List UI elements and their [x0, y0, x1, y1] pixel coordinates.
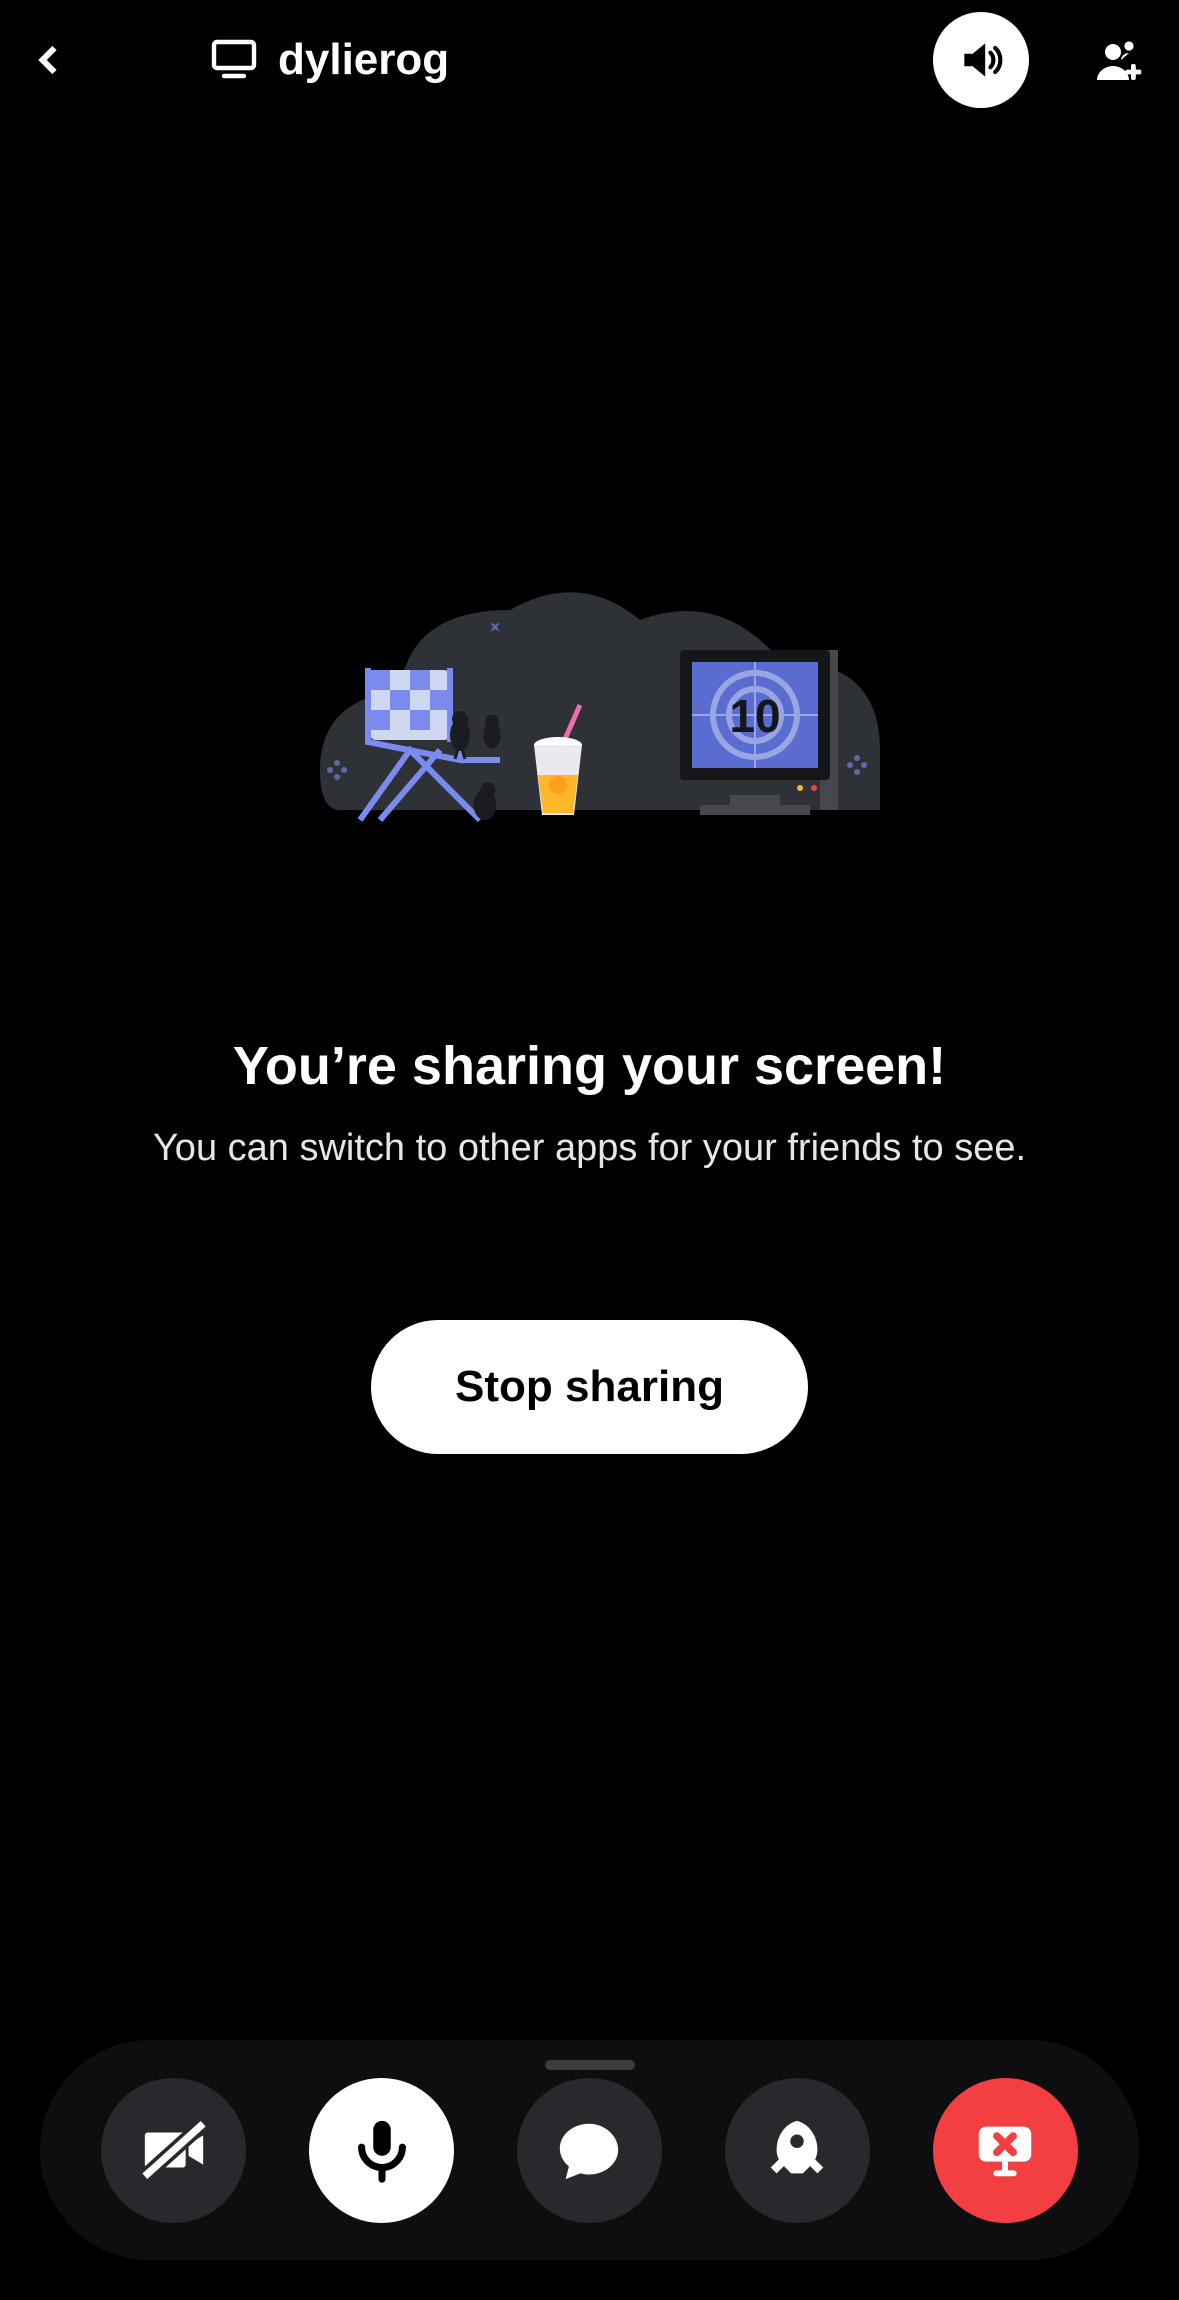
screenshare-illustration: 10: [280, 550, 900, 855]
screen-share-stop-icon: [970, 2115, 1040, 2185]
speaker-icon: [956, 35, 1006, 85]
chat-button[interactable]: [517, 2078, 662, 2223]
rocket-icon: [762, 2115, 832, 2185]
camera-off-icon: [139, 2115, 209, 2185]
chevron-left-icon: [32, 42, 68, 78]
drag-handle[interactable]: [545, 2060, 635, 2070]
microphone-icon: [347, 2115, 417, 2185]
chat-bubble-icon: [554, 2115, 624, 2185]
stop-sharing-button[interactable]: Stop sharing: [371, 1320, 808, 1454]
screen-share-icon: [210, 34, 258, 87]
activities-button[interactable]: [725, 2078, 870, 2223]
add-friend-button[interactable]: [1089, 30, 1149, 90]
call-action-bar[interactable]: [40, 2040, 1139, 2260]
audio-output-button[interactable]: [933, 12, 1029, 108]
headline-text: You’re sharing your screen!: [233, 1035, 946, 1097]
channel-name: dylierog: [278, 35, 449, 85]
person-add-icon: [1095, 36, 1143, 84]
mic-toggle-button[interactable]: [309, 2078, 454, 2223]
back-button[interactable]: [0, 10, 100, 110]
illustration-counter: 10: [729, 690, 780, 742]
stop-screenshare-button[interactable]: [933, 2078, 1078, 2223]
subline-text: You can switch to other apps for your fr…: [153, 1127, 1026, 1170]
channel-title[interactable]: dylierog: [210, 34, 449, 87]
camera-toggle-button[interactable]: [101, 2078, 246, 2223]
